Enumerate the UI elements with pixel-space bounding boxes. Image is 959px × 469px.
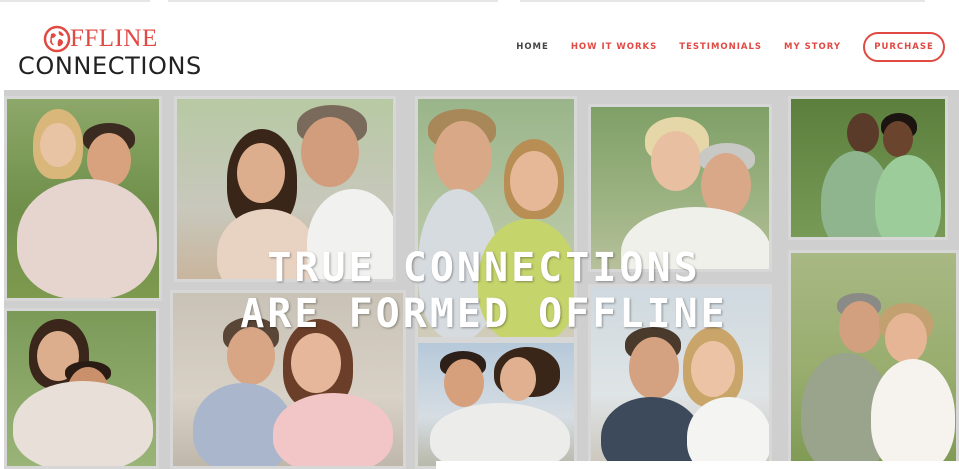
logo-word-offline: FFLINE	[70, 25, 158, 52]
nav-testimonials[interactable]: TESTIMONIALS	[679, 42, 762, 52]
main-nav: HOME HOW IT WORKS TESTIMONIALS MY STORY …	[516, 32, 945, 62]
hero-headline: TRUE CONNECTIONS ARE FORMED OFFLINE	[154, 245, 814, 337]
nav-how-it-works[interactable]: HOW IT WORKS	[571, 42, 657, 52]
nav-my-story[interactable]: MY STORY	[784, 42, 841, 52]
globe-o-icon	[42, 24, 72, 54]
photo-couple-standing	[788, 96, 948, 240]
logo[interactable]: FFLINE CONNECTIONS	[18, 22, 208, 82]
hero-headline-line2: ARE FORMED OFFLINE	[240, 291, 728, 337]
purchase-button[interactable]: PURCHASE	[863, 32, 945, 62]
photo-couple-piggyback	[4, 308, 159, 469]
bottom-white-bar	[436, 461, 959, 469]
logo-top-line: FFLINE	[42, 24, 158, 54]
photo-couple-grass	[4, 96, 162, 301]
photo-couple-laughing	[415, 340, 577, 469]
logo-word-connections: CONNECTIONS	[18, 52, 202, 80]
nav-home[interactable]: HOME	[516, 42, 549, 52]
site-header: FFLINE CONNECTIONS HOME HOW IT WORKS TES…	[0, 4, 959, 90]
hero-headline-line1: TRUE CONNECTIONS	[267, 245, 701, 291]
hero-photo-collage: TRUE CONNECTIONS ARE FORMED OFFLINE	[4, 90, 959, 469]
